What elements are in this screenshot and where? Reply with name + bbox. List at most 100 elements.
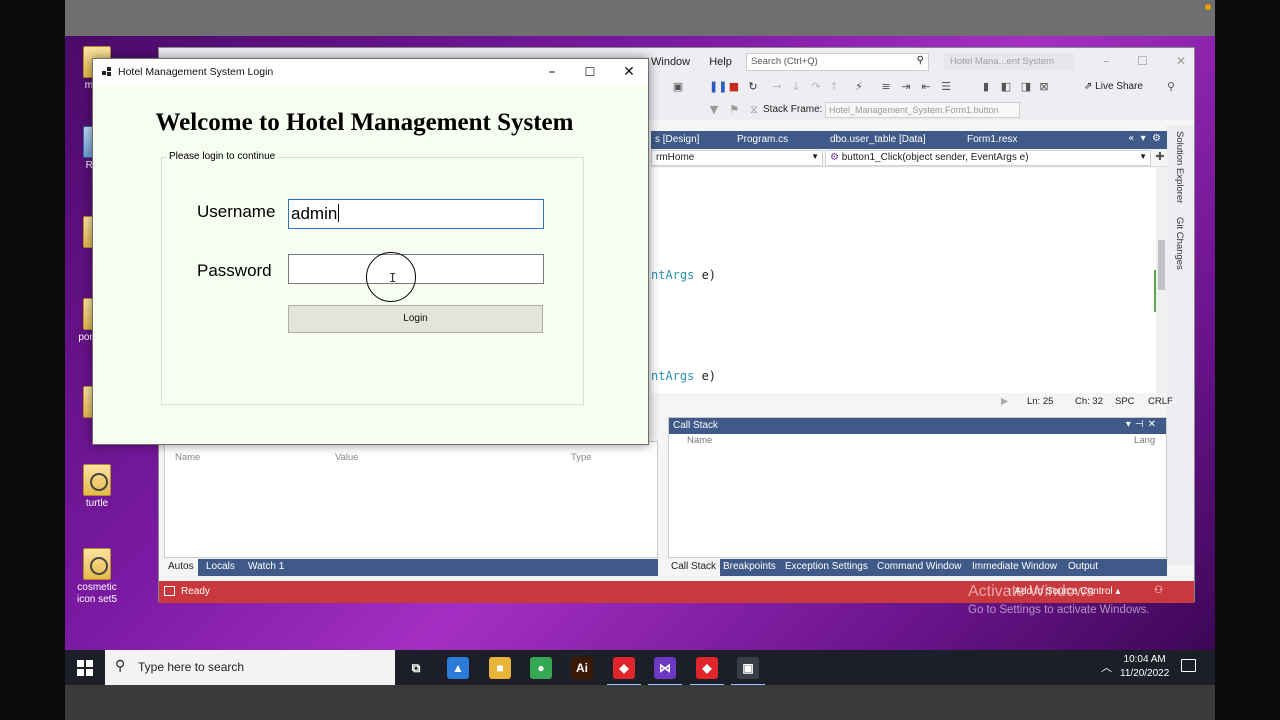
chevron-down-icon: ▼ [1139, 152, 1147, 161]
editor-scrollbar[interactable] [1156, 168, 1167, 393]
menu-help[interactable]: Help [709, 56, 732, 68]
feedback-icon[interactable]: ⚲ [1164, 80, 1178, 94]
code-editor[interactable]: ntArgs e) ntArgs e) [651, 168, 1156, 393]
step-over-icon[interactable]: ↷ [809, 80, 823, 94]
tab-program-cs[interactable]: Program.cs [733, 131, 792, 149]
close-icon[interactable]: ✕ [619, 62, 639, 82]
search-icon: ⚲ [115, 658, 126, 674]
password-input[interactable] [288, 254, 544, 284]
next-bookmark-icon[interactable]: ◨ [1019, 80, 1033, 94]
clear-bookmarks-icon[interactable]: ⊠ [1037, 80, 1051, 94]
maximize-icon[interactable]: ☐ [1137, 54, 1148, 68]
tab-user-table-data[interactable]: dbo.user_table [Data] [826, 131, 930, 149]
notifications-icon[interactable]: ⚇ [1154, 585, 1163, 596]
pane-controls-icon[interactable]: ▾⊣✕ [1126, 419, 1160, 430]
minimize-icon[interactable]: – [542, 62, 562, 82]
format-icon[interactable]: ≡ [879, 80, 893, 94]
stack-frame-label: Stack Frame: [763, 104, 823, 115]
stack-frame-dropdown[interactable]: Hotel_Management_System.Form1.button [825, 102, 1020, 118]
member-dropdown[interactable]: ⚙ button1_Click(object sender, EventArgs… [825, 150, 1151, 166]
prev-bookmark-icon[interactable]: ◧ [999, 80, 1013, 94]
taskbar-clock[interactable]: 10:04 AM 11/20/2022 [1120, 653, 1169, 681]
status-frame-icon [164, 586, 175, 596]
running-app-icon[interactable]: ▣ [731, 657, 765, 686]
code-line: ntArgs e) [651, 268, 717, 282]
debug-bottom-tabs-left: Autos Locals Watch 1 [164, 559, 658, 576]
scrollbar-thumb[interactable] [1158, 240, 1165, 290]
step-into-icon[interactable]: ↓ [789, 80, 803, 94]
login-window: Hotel Management System Login – ☐ ✕ Welc… [92, 58, 649, 445]
bottom-border [65, 685, 1215, 720]
anydesk-1-icon[interactable]: ◆ [607, 657, 641, 686]
vs-search-input[interactable]: Search (Ctrl+Q) ⚲ [746, 53, 929, 71]
tab-form1-resx[interactable]: Form1.resx [963, 131, 1022, 149]
comment-icon[interactable]: ☰ [939, 80, 953, 94]
windows-taskbar: ⚲ Type here to search ⧉ ▲ ■ ● Ai ◆ ⋈ ◆ ▣ ︿ 10:04… [65, 650, 1215, 686]
app-icon [102, 67, 112, 77]
tab-output[interactable]: Output [1064, 559, 1102, 576]
taskbar-search-input[interactable]: ⚲ Type here to search [105, 650, 395, 685]
editor-status-line: ▶ Ln: 25 Ch: 32 SPC CRLF [651, 394, 1173, 410]
thread-flag-icon[interactable]: ⚑ [727, 103, 741, 117]
stop-icon[interactable]: ■ [727, 80, 741, 94]
column-header-lang: Lang [1134, 435, 1156, 446]
desktop-icon-cosmetic[interactable]: cosmetic icon set5 [67, 548, 127, 606]
column-header-name: Name [687, 435, 713, 446]
app-blue-icon[interactable]: ▲ [447, 657, 469, 679]
username-input[interactable]: admin [288, 199, 544, 229]
live-share-button[interactable]: ⇗ Live Share [1084, 81, 1143, 92]
tab-form-design[interactable]: s [Design] [651, 131, 703, 149]
tab-exception-settings[interactable]: Exception Settings [781, 559, 872, 576]
tab-call-stack[interactable]: Call Stack [667, 559, 721, 576]
chrome-icon[interactable]: ● [530, 657, 552, 679]
git-changes-tab[interactable]: Git Changes [1174, 217, 1185, 270]
line-ending: CRLF [1148, 396, 1173, 407]
text-caret [338, 204, 340, 222]
tab-breakpoints[interactable]: Breakpoints [719, 559, 780, 576]
class-dropdown[interactable]: rmHome ▼ [651, 150, 823, 166]
show-next-statement-icon[interactable]: → [770, 80, 784, 94]
close-icon[interactable]: ✕ [1176, 54, 1186, 68]
hot-reload-icon[interactable]: ⚡ [852, 80, 866, 94]
filter-icon[interactable]: ▼ [707, 103, 721, 117]
login-button[interactable]: Login [288, 305, 543, 333]
tab-overflow-icon[interactable]: « ▾ ⚙ [1128, 133, 1161, 144]
column-header-value: Value [335, 452, 359, 463]
tab-locals[interactable]: Locals [202, 559, 239, 576]
indent-icon[interactable]: ⇥ [899, 80, 913, 94]
minimize-icon[interactable]: – [1103, 54, 1109, 68]
username-label: Username [197, 202, 276, 221]
maximize-icon[interactable]: ☐ [580, 62, 600, 82]
tab-immediate-window[interactable]: Immediate Window [968, 559, 1061, 576]
action-center-icon[interactable] [1181, 659, 1196, 672]
tab-command-window[interactable]: Command Window [873, 559, 965, 576]
login-titlebar: Hotel Management System Login – ☐ ✕ [93, 59, 648, 85]
task-view-icon[interactable]: ⧉ [405, 657, 427, 679]
status-ready: Ready [181, 586, 210, 597]
tab-autos[interactable]: Autos [164, 559, 198, 576]
step-out-icon[interactable]: ↑ [827, 80, 841, 94]
file-explorer-icon[interactable]: ■ [489, 657, 511, 679]
visual-studio-icon[interactable]: ⋈ [648, 657, 682, 686]
screenshot-icon[interactable]: ▣ [671, 80, 685, 94]
anydesk-2-icon[interactable]: ◆ [690, 657, 724, 686]
vs-menu: Window Help [651, 56, 748, 68]
solution-explorer-tab[interactable]: Solution Explorer [1174, 131, 1185, 203]
windows-start-icon[interactable] [77, 660, 93, 676]
desktop-icon-turtle[interactable]: turtle [67, 464, 127, 510]
scroll-right-icon[interactable]: ▶ [1001, 396, 1008, 407]
file-icon [83, 464, 111, 496]
outdent-icon[interactable]: ⇤ [919, 80, 933, 94]
pause-icon[interactable]: ❚❚ [709, 80, 727, 94]
illustrator-icon[interactable]: Ai [571, 657, 593, 679]
menu-window[interactable]: Window [651, 56, 690, 68]
tab-watch-1[interactable]: Watch 1 [244, 559, 288, 576]
restart-icon[interactable]: ↻ [746, 80, 760, 94]
threads-icon[interactable]: ⧖ [747, 103, 761, 117]
chevron-up-icon[interactable]: ︿ [1101, 659, 1112, 675]
split-icon[interactable]: ✚ [1153, 150, 1167, 164]
vs-window-controls: – ☐ ✕ [1075, 54, 1186, 68]
welcome-heading: Welcome to Hotel Management System [155, 109, 574, 136]
whitespace-mode: SPC [1115, 396, 1135, 407]
bookmark-icon[interactable]: ▮ [979, 80, 993, 94]
